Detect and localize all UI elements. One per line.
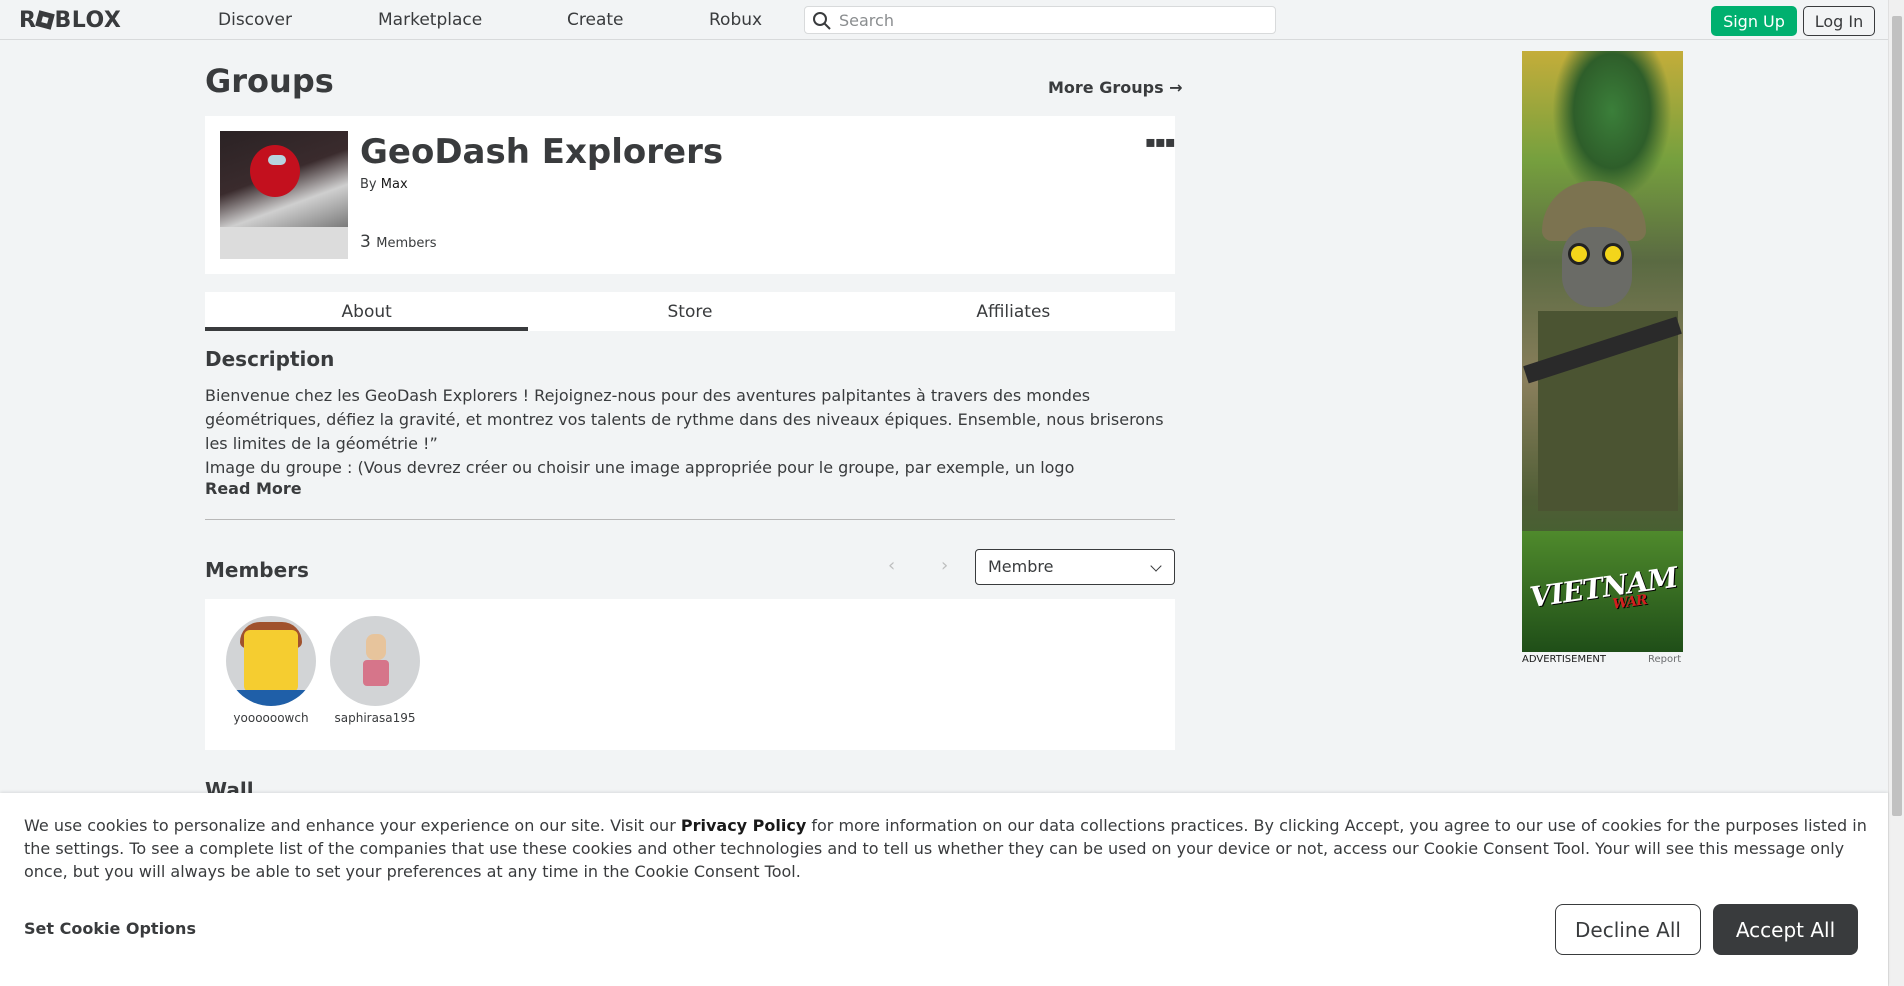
ad-goggle [1568,243,1590,265]
avatar[interactable] [330,616,420,706]
decline-all-button[interactable]: Decline All [1555,904,1701,955]
set-cookie-options-link[interactable]: Set Cookie Options [24,919,196,938]
members-title: Members [205,558,309,582]
report-ad-link[interactable]: Report [1648,654,1681,665]
more-groups-link[interactable]: More Groups → [1048,78,1183,97]
role-selected: Membre [988,557,1054,576]
avatar-face [244,630,298,692]
nav-discover[interactable]: Discover [218,10,292,30]
chevron-right-icon[interactable]: › [941,555,948,576]
read-more-link[interactable]: Read More [205,479,302,498]
group-member-count: 3 Members [360,232,436,252]
roblox-logo[interactable]: R BLOX [19,8,121,33]
tab-affiliates[interactable]: Affiliates [852,292,1175,331]
description-line: Bienvenue chez les GeoDash Explorers ! R… [205,386,1164,453]
group-thumbnail [220,131,348,259]
member-count-label: Members [376,236,437,251]
members-list: yoooooowch saphirasa195 [205,599,1175,750]
top-navigation-bar: R BLOX Discover Marketplace Create Robux … [0,0,1888,40]
description-line: Image du groupe : (Vous devrez créer ou … [205,458,1075,477]
member-card[interactable]: yoooooowch [219,616,323,725]
group-owner-line: By Max [360,177,408,192]
group-image-visor [268,155,286,165]
tab-store[interactable]: Store [528,292,851,331]
member-name[interactable]: yoooooowch [219,711,323,725]
logo-square-icon [35,10,56,30]
chevron-left-icon[interactable]: ‹ [888,555,895,576]
nav-robux[interactable]: Robux [709,10,762,30]
cookie-consent-banner: We use cookies to personalize and enhanc… [0,793,1888,986]
advertisement-banner[interactable]: VIETNAM WAR [1522,51,1683,652]
description-body: Bienvenue chez les GeoDash Explorers ! R… [205,384,1165,480]
avatar-head [366,634,386,660]
chevron-down-icon [1150,560,1162,572]
member-name[interactable]: saphirasa195 [323,711,427,725]
log-in-button[interactable]: Log In [1803,6,1875,36]
avatar-shirt [363,660,389,686]
description-title: Description [205,347,335,371]
ad-goggle [1602,243,1624,265]
ad-palm [1552,51,1672,201]
scrollbar-thumb[interactable] [1892,16,1902,816]
role-dropdown[interactable]: Membre [975,549,1175,585]
owner-link[interactable]: Max [381,177,408,192]
avatar-shirt [236,690,306,706]
privacy-policy-link[interactable]: Privacy Policy [681,816,806,835]
avatar[interactable] [226,616,316,706]
group-name: GeoDash Explorers [360,132,724,172]
ad-gas-mask [1562,227,1632,307]
member-count-value: 3 [360,232,371,252]
search-box[interactable] [804,6,1276,34]
group-tabs: About Store Affiliates [205,292,1175,331]
section-divider [205,519,1175,520]
search-icon [813,12,831,30]
group-header-card: GeoDash Explorers By Max 3 Members ▪▪▪ [205,116,1176,274]
search-input[interactable] [837,9,1267,31]
nav-marketplace[interactable]: Marketplace [378,10,482,30]
page-scrollbar[interactable] [1888,0,1904,986]
ellipsis-icon[interactable]: ▪▪▪ [1145,132,1176,151]
tab-about[interactable]: About [205,292,529,331]
cookie-message: We use cookies to personalize and enhanc… [24,814,1869,883]
page-title: Groups [205,62,334,100]
nav-create[interactable]: Create [567,10,624,30]
by-prefix: By [360,177,377,192]
sign-up-button[interactable]: Sign Up [1711,6,1797,36]
accept-all-button[interactable]: Accept All [1713,904,1858,955]
member-card[interactable]: saphirasa195 [323,616,427,725]
cookie-text-before: We use cookies to personalize and enhanc… [24,816,676,835]
advertisement-label: ADVERTISEMENT [1522,654,1607,665]
group-image-figure [250,145,300,197]
